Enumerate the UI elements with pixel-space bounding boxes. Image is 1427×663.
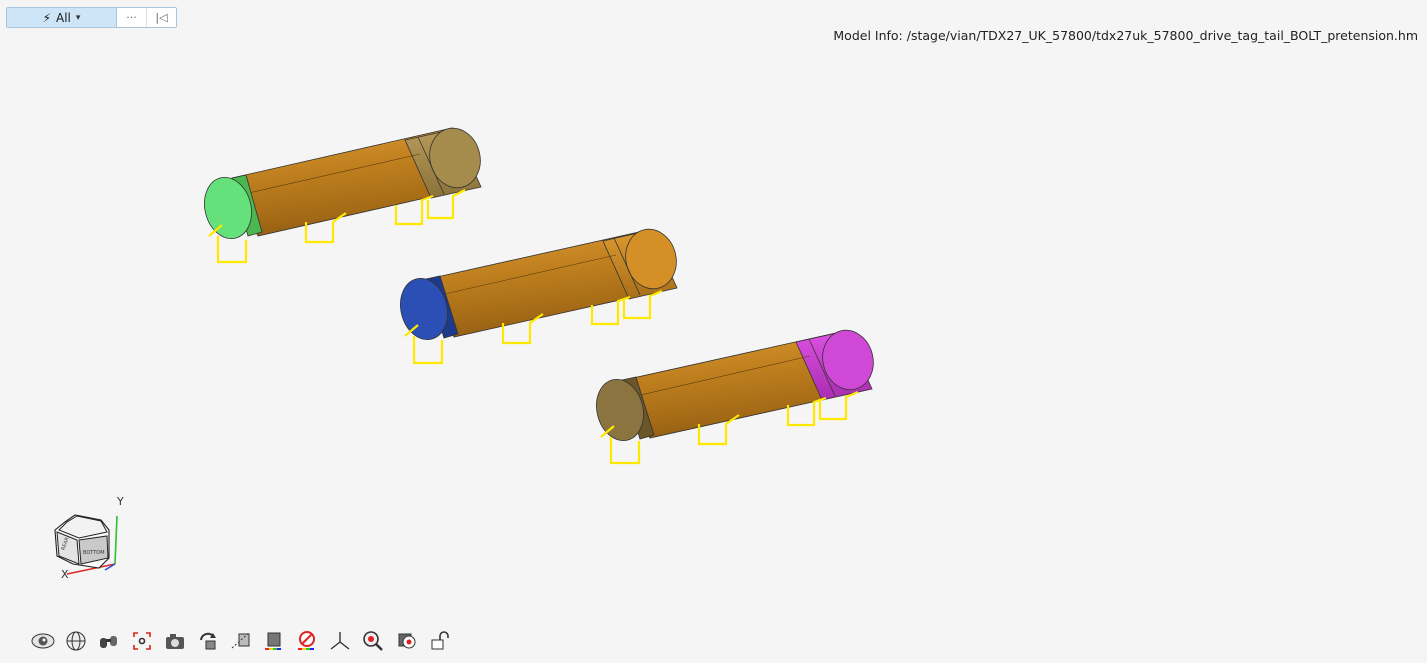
legend-icon[interactable] xyxy=(294,628,319,653)
fit-view-icon[interactable] xyxy=(129,628,154,653)
zoom-icon[interactable] xyxy=(360,628,385,653)
bolt-1[interactable] xyxy=(198,123,486,264)
rotate-view-icon[interactable] xyxy=(195,628,220,653)
binoculars-icon[interactable] xyxy=(96,628,121,653)
eye-icon[interactable] xyxy=(30,628,55,653)
bolt-3[interactable] xyxy=(590,325,879,465)
unlock-icon[interactable] xyxy=(426,628,451,653)
bottom-view-toolbar xyxy=(30,628,451,653)
triad-icon[interactable] xyxy=(327,628,352,653)
graphics-viewport[interactable] xyxy=(0,0,1427,663)
globe-icon[interactable] xyxy=(63,628,88,653)
contour-icon[interactable] xyxy=(261,628,286,653)
clipping-icon[interactable] xyxy=(228,628,253,653)
view-cube[interactable]: Y X BOTTOM REAR xyxy=(45,492,130,582)
axis-y-label: Y xyxy=(116,495,124,508)
bolt-2[interactable] xyxy=(394,224,682,365)
svg-text:BOTTOM: BOTTOM xyxy=(83,550,105,556)
camera-icon[interactable] xyxy=(162,628,187,653)
axis-x-label: X xyxy=(61,568,69,581)
isolate-icon[interactable] xyxy=(393,628,418,653)
